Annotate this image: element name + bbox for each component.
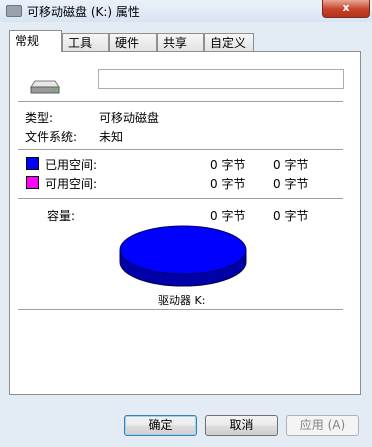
cancel-button[interactable]: 取消 (205, 415, 278, 436)
drive-letter-label: 驱动器 K: (158, 294, 206, 307)
capacity-bytes: 0 字节 (210, 209, 246, 223)
tab-tools[interactable]: 工具 (62, 33, 109, 51)
filesystem-label: 文件系统: (25, 130, 78, 144)
free-space-swatch (26, 176, 39, 189)
close-button[interactable]: x (322, 0, 370, 18)
title-bar: 可移动磁盘 (K:) 属性 x (0, 0, 372, 22)
filesystem-value: 未知 (99, 130, 124, 144)
separator (18, 198, 343, 199)
tab-customize[interactable]: 自定义 (204, 33, 254, 51)
type-value: 可移动磁盘 (99, 111, 160, 125)
disk-usage-pie-chart (119, 225, 247, 287)
used-space-swatch (26, 157, 39, 170)
separator (18, 309, 343, 310)
window-title: 可移动磁盘 (K:) 属性 (27, 5, 140, 19)
separator (18, 149, 343, 150)
free-space-size: 0 字节 (273, 177, 309, 191)
volume-name-input[interactable] (98, 69, 344, 89)
apply-button[interactable]: 应用 (A) (286, 415, 359, 436)
removable-drive-icon (30, 80, 60, 94)
capacity-label: 容量: (47, 209, 76, 223)
free-space-label: 可用空间: (45, 177, 98, 191)
tab-sharing[interactable]: 共享 (157, 33, 204, 51)
tab-general[interactable]: 常规 (9, 30, 62, 52)
capacity-size: 0 字节 (273, 209, 309, 223)
type-label: 类型: (25, 111, 54, 125)
free-space-bytes: 0 字节 (210, 177, 246, 191)
used-space-label: 已用空间: (45, 158, 98, 172)
drive-icon (6, 5, 22, 17)
tab-hardware[interactable]: 硬件 (109, 33, 157, 51)
ok-button[interactable]: 确定 (124, 415, 197, 436)
separator (18, 101, 343, 102)
used-space-bytes: 0 字节 (210, 158, 246, 172)
used-space-size: 0 字节 (273, 158, 309, 172)
